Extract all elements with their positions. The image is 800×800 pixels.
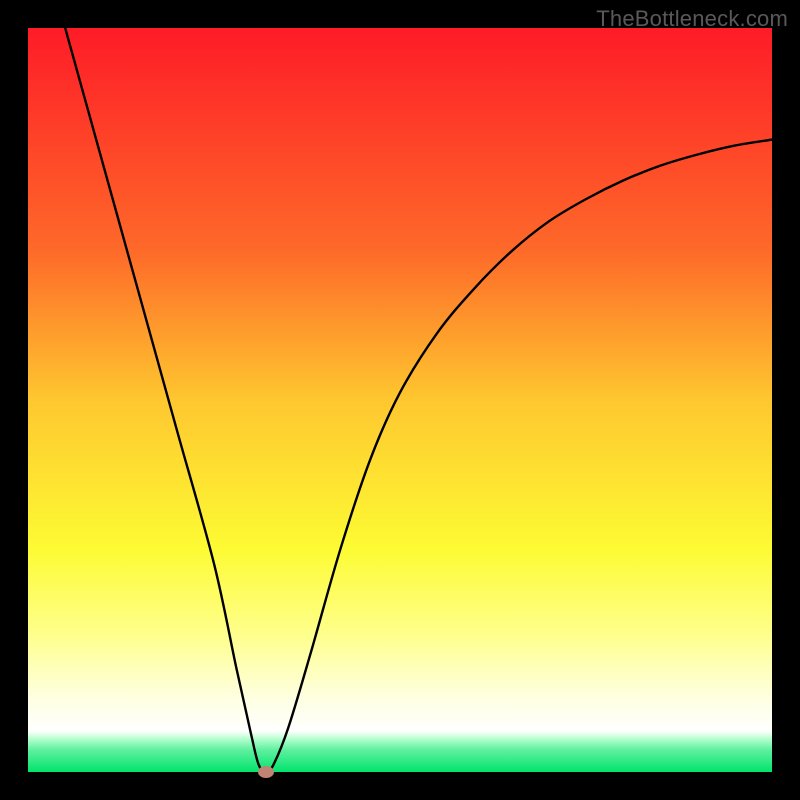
minimum-marker	[258, 766, 274, 778]
chart-frame	[28, 28, 772, 772]
watermark-text: TheBottleneck.com	[596, 6, 788, 32]
chart-gradient-background	[28, 28, 772, 772]
